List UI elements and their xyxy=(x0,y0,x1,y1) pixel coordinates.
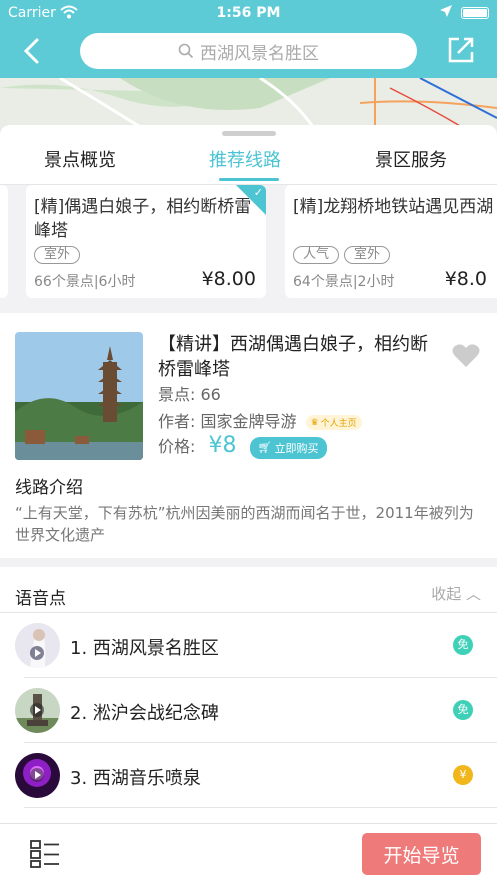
route-card-title: [精]偶遇白娘子，相约断桥雷峰塔 xyxy=(34,197,252,241)
drag-handle[interactable] xyxy=(222,131,276,136)
route-detail: 【精讲】西湖偶遇白娘子，相约断桥雷峰塔 景点: 66 作者: 国家金牌导游 ♛ … xyxy=(0,313,497,558)
route-card[interactable]: [精]偶遇白娘子，相约断桥雷峰塔 室外 66个景点|6小时 ¥8.00 ✓ xyxy=(26,185,266,298)
bottom-bar: 开始导览 xyxy=(0,823,497,883)
route-title: 【精讲】西湖偶遇白娘子，相约断桥雷峰塔 xyxy=(158,334,428,380)
voice-heading: 语音点 xyxy=(15,589,66,609)
share-icon[interactable] xyxy=(447,36,475,64)
tab-services[interactable]: 景区服务 xyxy=(375,146,447,172)
free-badge: 免 xyxy=(453,700,473,720)
back-icon[interactable] xyxy=(18,36,48,66)
crown-icon: ♛ xyxy=(310,417,319,428)
route-sheet: 景点概览 推荐线路 景区服务 [精]偶遇白娘子，相约断桥雷峰塔 室外 66个景点… xyxy=(0,125,497,883)
route-thumbnail xyxy=(15,332,143,460)
list-menu-icon[interactable] xyxy=(30,840,60,868)
route-card-price: ¥8.0 xyxy=(444,268,487,290)
check-icon: ✓ xyxy=(253,186,263,199)
voice-point-name: 2. 淞沪会战纪念碑 xyxy=(70,703,219,724)
search-icon xyxy=(178,43,194,59)
voice-point-item[interactable]: 2. 淞沪会战纪念碑 免 xyxy=(0,678,497,743)
price-label: 价格: xyxy=(158,437,196,456)
battery-icon xyxy=(461,7,489,19)
voice-point-avatar xyxy=(15,688,60,733)
author-row: 作者: 国家金牌导游 ♛ 个人主页 xyxy=(158,408,362,432)
voice-point-item[interactable]: 3. 西湖音乐喷泉 ¥ xyxy=(0,743,497,808)
buy-now-button[interactable]: 🛒︎ 立即购买 xyxy=(249,436,327,459)
voice-point-name: 3. 西湖音乐喷泉 xyxy=(70,768,201,789)
intro-text: “上有天堂，下有苏杭”杭州因美丽的西湖而闻名于世，2011年被列为世界文化遗产 xyxy=(15,504,474,544)
route-tag: 室外 xyxy=(34,246,81,264)
favorite-heart-icon[interactable] xyxy=(452,343,480,368)
route-card-title: [精]龙翔桥地铁站遇见西湖 xyxy=(293,197,494,217)
paid-badge: ¥ xyxy=(453,765,473,785)
route-card-meta: 66个景点|6小时 xyxy=(34,274,136,290)
voice-point-name: 1. 西湖风景名胜区 xyxy=(70,638,219,659)
author-home-label: 个人主页 xyxy=(320,419,357,429)
tab-bar: 景点概览 推荐线路 景区服务 xyxy=(0,125,497,185)
chevron-up-icon: ︿ xyxy=(465,585,481,603)
price-value: ¥8 xyxy=(208,433,237,458)
route-carousel[interactable]: [精]偶遇白娘子，相约断桥雷峰塔 室外 66个景点|6小时 ¥8.00 ✓ [精… xyxy=(0,185,497,313)
status-bar: Carrier 1:56 PM xyxy=(0,0,497,26)
tab-active-indicator xyxy=(219,178,279,181)
route-card[interactable]: [精]龙翔桥地铁站遇见西湖 人气 室外 64个景点|2小时 ¥8.0 xyxy=(285,185,497,298)
location-arrow-icon xyxy=(440,5,452,17)
intro-heading: 线路介绍 xyxy=(15,478,83,498)
voice-point-avatar xyxy=(15,753,60,798)
start-tour-button[interactable]: 开始导览 xyxy=(362,833,481,875)
route-card-meta: 64个景点|2小时 xyxy=(293,274,395,290)
cart-icon: 🛒︎ xyxy=(257,441,272,454)
voice-point-avatar xyxy=(15,623,60,668)
author-label: 作者: 国家金牌导游 xyxy=(158,412,297,431)
tab-recommended-routes[interactable]: 推荐线路 xyxy=(209,146,281,172)
collapse-label: 收起 xyxy=(431,585,462,603)
price-row: 价格: ¥8 🛒︎ 立即购买 xyxy=(158,433,327,459)
buy-now-label: 立即购买 xyxy=(274,441,319,455)
nav-bar: 西湖风景名胜区 xyxy=(0,26,497,78)
clock: 1:56 PM xyxy=(216,5,281,21)
search-placeholder: 西湖风景名胜区 xyxy=(200,43,319,64)
route-card-partial[interactable] xyxy=(0,185,8,298)
route-card-price: ¥8.00 xyxy=(201,268,256,290)
route-tag: 人气 xyxy=(293,246,340,264)
tab-overview[interactable]: 景点概览 xyxy=(44,146,116,172)
search-bar[interactable]: 西湖风景名胜区 xyxy=(80,33,417,69)
collapse-toggle[interactable]: 收起 ︿ xyxy=(431,583,481,604)
route-tag: 室外 xyxy=(344,246,391,264)
author-home-badge[interactable]: ♛ 个人主页 xyxy=(305,415,362,430)
voice-point-item[interactable]: 1. 西湖风景名胜区 免 xyxy=(0,613,497,678)
free-badge: 免 xyxy=(453,635,473,655)
spots-count: 景点: 66 xyxy=(158,385,221,404)
